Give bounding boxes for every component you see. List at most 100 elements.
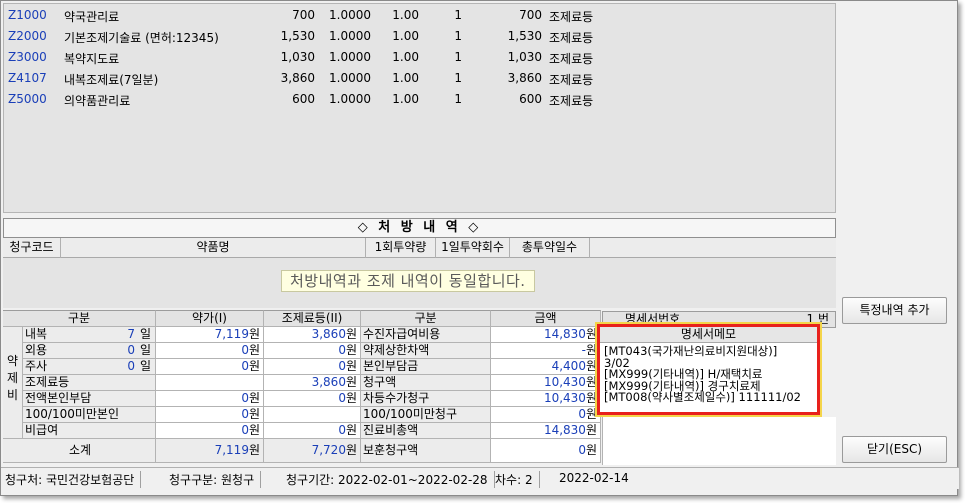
value: 0 xyxy=(241,407,249,421)
memo-line: [MT043(국가재난의료비지원대상)] xyxy=(604,344,778,358)
amount-value: 4,400원 xyxy=(491,359,601,375)
unit-won: 원 xyxy=(248,443,260,457)
unit-won: 원 xyxy=(345,343,357,357)
item-factor: 1.0000 xyxy=(329,71,371,85)
item-quantity: 1.00 xyxy=(392,92,419,106)
value: 0 xyxy=(338,423,346,437)
status-round: 차수: 2 xyxy=(495,471,540,488)
item-factor: 1.0000 xyxy=(329,29,371,43)
side-label-char: 약 xyxy=(6,354,19,368)
statement-memo-box[interactable]: 명세서메모 [MT043(국가재난의료비지원대상)] 3/02 [MX999(기… xyxy=(595,322,822,417)
header-drug-cost: 약가(I) xyxy=(156,310,264,327)
status-claim-type: 청구구분: 원청구 xyxy=(169,471,262,488)
side-label-char: 비 xyxy=(6,388,19,402)
value: 7,119 xyxy=(214,327,249,341)
unit-won: 원 xyxy=(345,327,357,341)
item-quantity: 1.00 xyxy=(392,8,419,22)
column-header-daily-count[interactable]: 1일투약회수 xyxy=(436,238,510,258)
list-item[interactable]: Z5000 의약품관리료 600 1.0000 1.00 1 600 조제료등 xyxy=(4,90,837,111)
value: 0 xyxy=(241,359,249,373)
drug-cost-value: 0원 xyxy=(156,423,264,439)
dispense-fee-value: 0원 xyxy=(264,391,361,407)
list-item[interactable]: Z3000 복약지도료 1,030 1.0000 1.00 1 1,030 조제… xyxy=(4,48,837,69)
value: 14,830 xyxy=(543,423,586,437)
item-code: Z4107 xyxy=(8,71,47,85)
unit-day: 일 xyxy=(139,327,151,341)
status-period: 청구기간: 2022-02-01~2022-02-28 xyxy=(286,471,495,488)
memo-line: [MT008(약사별조제일수)] 111111/02 xyxy=(604,390,801,404)
amount-value: 14,830원 xyxy=(491,327,601,343)
header-category2: 구분 xyxy=(361,310,491,327)
prescription-section-title: ◇ 처 방 내 역 ◇ xyxy=(3,218,836,238)
side-label-char: 제 xyxy=(6,371,19,385)
item-code: Z2000 xyxy=(8,29,47,43)
label-text: 외용 xyxy=(25,343,48,357)
column-header-claim-code[interactable]: 청구코드 xyxy=(3,238,61,258)
item-code: Z5000 xyxy=(8,92,47,106)
status-payer: 청구처: 국민건강보험공단 xyxy=(5,471,142,488)
item-factor: 1.0000 xyxy=(329,92,371,106)
value: 10,430 xyxy=(543,375,586,389)
row-label2: 100/100미만청구 xyxy=(361,407,491,423)
fee-items-list[interactable]: Z1000 약국관리료 700 1.0000 1.00 1 700 조제료등 Z… xyxy=(3,3,836,213)
dispense-fee-value: 3,860원 xyxy=(264,327,361,343)
row-label-dispense-fee: 조제료등 xyxy=(23,375,156,391)
row-label-full-self-pay: 전액본인부담 xyxy=(23,391,156,407)
item-name: 의약품관리료 xyxy=(64,94,131,108)
value: 3,860 xyxy=(311,327,346,341)
column-header-dose[interactable]: 1회투약량 xyxy=(366,238,436,258)
row-label2: 진료비총액 xyxy=(361,423,491,439)
value: 10,430 xyxy=(543,391,586,405)
unit-won: 원 xyxy=(585,407,597,421)
list-item[interactable]: Z1000 약국관리료 700 1.0000 1.00 1 700 조제료등 xyxy=(4,6,837,27)
cost-summary-table: 구분 약가(I) 조제료등(II) 구분 금액 약 제 비 내복 7 일 7,1… xyxy=(3,310,601,464)
item-name: 기본조제기술료 (면허:12345) xyxy=(64,31,219,45)
item-name: 약국관리료 xyxy=(64,10,120,24)
prescription-match-message: 처방내역과 조제 내역이 동일합니다. xyxy=(281,270,535,292)
row-label2: 약제상한차액 xyxy=(361,343,491,359)
item-amount: 1,030 xyxy=(280,50,315,64)
row-label-external: 외용 0 일 xyxy=(23,343,156,359)
row-label2: 수진자급여비용 xyxy=(361,327,491,343)
dispense-fee-value xyxy=(264,407,361,423)
column-header-total-days[interactable]: 총투약일수 xyxy=(510,238,590,258)
item-total: 600 xyxy=(519,92,542,106)
item-code: Z3000 xyxy=(8,50,47,64)
item-amount: 600 xyxy=(292,92,315,106)
drug-cost-side-label: 약 제 비 xyxy=(3,327,23,439)
amount-value: 10,430원 xyxy=(491,375,601,391)
value: 0 xyxy=(338,343,346,357)
drug-cost-value: 0원 xyxy=(156,391,264,407)
close-button[interactable]: 닫기(ESC) xyxy=(842,436,947,463)
unit-won: 원 xyxy=(345,443,357,457)
prescription-table-header: 청구코드 약품명 1회투약량 1일투약회수 총투약일수 xyxy=(3,238,836,258)
amount-value: 0원 xyxy=(491,439,601,463)
unit-won: 원 xyxy=(585,359,597,373)
list-item[interactable]: Z4107 내복조제료(7일분) 3,860 1.0000 1.00 1 3,8… xyxy=(4,69,837,90)
subtotal-dispense-fee: 7,720원 xyxy=(264,439,361,463)
item-name: 내복조제료(7일분) xyxy=(64,73,159,87)
column-header-drug-name[interactable]: 약품명 xyxy=(61,238,366,258)
item-count: 1 xyxy=(454,29,462,43)
right-button-panel: 특정내역 추가 닫기(ESC) xyxy=(837,3,957,465)
label-text: 주사 xyxy=(25,359,48,373)
unit-won: 원 xyxy=(248,359,260,373)
header-category: 구분 xyxy=(3,310,156,327)
item-type: 조제료등 xyxy=(549,73,594,87)
value: 0 xyxy=(338,359,346,373)
subtotal-drug-cost: 7,119원 xyxy=(156,439,264,463)
row-label2: 보훈청구액 xyxy=(361,439,491,463)
prescription-table-body[interactable]: 처방내역과 조제 내역이 동일합니다. xyxy=(3,258,836,308)
unit-won: 원 xyxy=(248,423,260,437)
unit-day: 일 xyxy=(139,359,151,373)
value: 3,860 xyxy=(311,375,346,389)
unit-won: 원 xyxy=(345,375,357,389)
add-special-item-button[interactable]: 특정내역 추가 xyxy=(842,297,947,324)
value: 0 xyxy=(241,423,249,437)
row-label2: 차등수가청구 xyxy=(361,391,491,407)
unit-won: 원 xyxy=(248,391,260,405)
unit-won: 원 xyxy=(585,391,597,405)
list-item[interactable]: Z2000 기본조제기술료 (면허:12345) 1,530 1.0000 1.… xyxy=(4,27,837,48)
status-bar: 청구처: 국민건강보험공단 청구구분: 원청구 청구기간: 2022-02-01… xyxy=(1,467,959,489)
item-count: 1 xyxy=(454,71,462,85)
